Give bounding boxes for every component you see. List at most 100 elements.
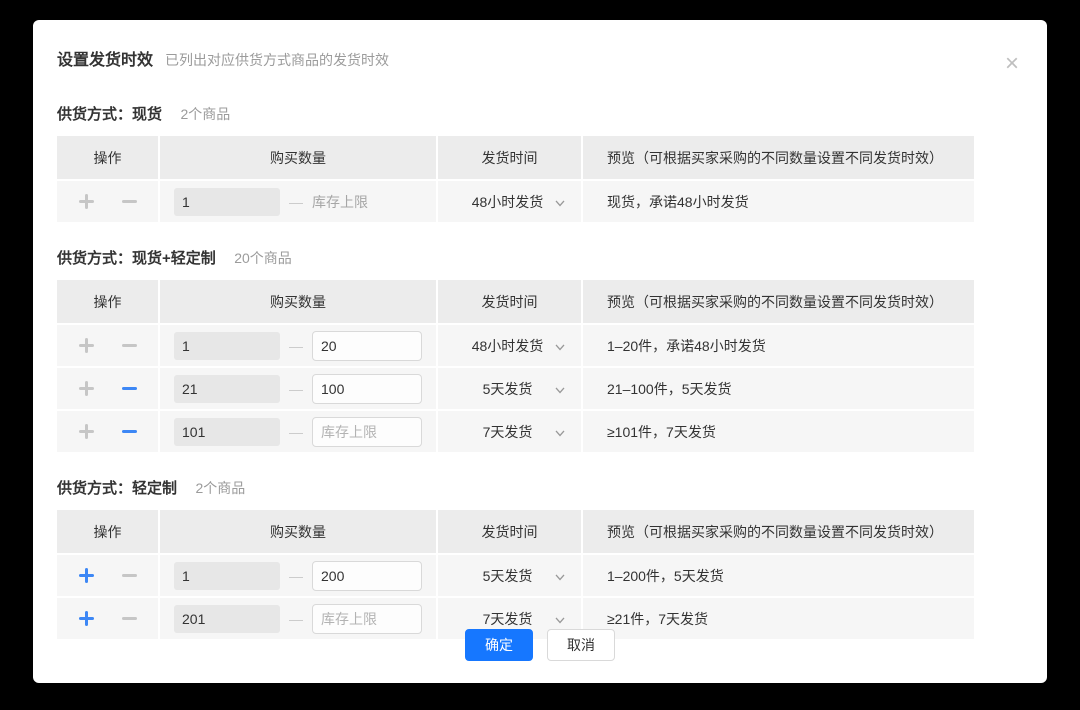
remove-row-button minus-icon[interactable]: [122, 194, 137, 209]
table-row: — 库存上限 48小时发货 现货，承诺48小时发货: [57, 179, 974, 222]
add-row-button plus-icon[interactable]: [79, 338, 94, 353]
operation-cell: [57, 553, 160, 596]
ship-time-value: 5天发货: [483, 566, 533, 586]
ship-time-cell: 48小时发货: [438, 323, 583, 366]
remove-row-button minus-icon[interactable]: [122, 568, 137, 583]
product-count: 2个商品: [180, 106, 230, 122]
add-row-button plus-icon[interactable]: [79, 381, 94, 396]
col-header-operation: 操作: [57, 280, 160, 323]
sections-container: 供货方式：现货 2个商品 操作 购买数量 发货时间 预览（可根据买家采购的不同数…: [57, 103, 1023, 639]
ship-time-select[interactable]: 5天发货: [438, 555, 581, 596]
remove-row-button minus-icon[interactable]: [122, 338, 137, 353]
supply-method-label: 供货方式：现货+轻定制: [57, 250, 216, 267]
min-quantity-input: [174, 418, 280, 446]
section-head: 供货方式：现货+轻定制 20个商品: [57, 247, 1023, 268]
range-dash: —: [289, 424, 303, 440]
ship-time-select[interactable]: 48小时发货: [438, 181, 581, 222]
max-quantity-input[interactable]: [312, 417, 422, 447]
chevron-down-icon: [554, 196, 566, 208]
col-header-quantity: 购买数量: [160, 280, 438, 323]
modal-title: 设置发货时效: [57, 46, 153, 70]
supply-section: 供货方式：现货+轻定制 20个商品 操作 购买数量 发货时间 预览（可根据买家采…: [57, 247, 1023, 452]
preview-text: 现货，承诺48小时发货: [607, 192, 749, 212]
cancel-button[interactable]: 取消: [547, 629, 615, 661]
chevron-down-icon: [554, 613, 566, 625]
add-row-button plus-icon[interactable]: [79, 568, 94, 583]
quantity-cell: —: [160, 323, 438, 366]
operation-cell: [57, 409, 160, 452]
add-row-button plus-icon[interactable]: [79, 611, 94, 626]
col-header-preview: 预览（可根据买家采购的不同数量设置不同发货时效）: [583, 510, 974, 553]
operation-cell: [57, 366, 160, 409]
chevron-down-icon: [554, 383, 566, 395]
table-row: — 48小时发货 1–20件，承诺48小时发货: [57, 323, 974, 366]
col-header-preview: 预览（可根据买家采购的不同数量设置不同发货时效）: [583, 280, 974, 323]
modal-footer: 确定 取消: [33, 629, 1047, 661]
ship-time-select[interactable]: 5天发货: [438, 368, 581, 409]
remove-row-button minus-icon[interactable]: [122, 381, 137, 396]
col-header-ship-time: 发货时间: [438, 136, 583, 179]
table-header-row: 操作 购买数量 发货时间 预览（可根据买家采购的不同数量设置不同发货时效）: [57, 280, 974, 323]
table-header-row: 操作 购买数量 发货时间 预览（可根据买家采购的不同数量设置不同发货时效）: [57, 136, 974, 179]
ship-time-cell: 5天发货: [438, 553, 583, 596]
supply-section: 供货方式：现货 2个商品 操作 购买数量 发货时间 预览（可根据买家采购的不同数…: [57, 103, 1023, 222]
max-quantity-input[interactable]: [312, 374, 422, 404]
preview-text: 1–200件，5天发货: [607, 566, 724, 586]
section-head: 供货方式：现货 2个商品: [57, 103, 1023, 124]
modal-subtitle: 已列出对应供货方式商品的发货时效: [165, 50, 389, 70]
max-quantity-input[interactable]: [312, 561, 422, 591]
supply-method-label: 供货方式：现货: [57, 106, 162, 123]
supply-method-label: 供货方式：轻定制: [57, 480, 177, 497]
min-quantity-input: [174, 375, 280, 403]
range-dash: —: [289, 381, 303, 397]
col-header-ship-time: 发货时间: [438, 280, 583, 323]
col-header-operation: 操作: [57, 510, 160, 553]
quantity-cell: — 库存上限: [160, 179, 438, 222]
operation-cell: [57, 323, 160, 366]
product-count: 20个商品: [234, 250, 292, 266]
table-body: — 5天发货 1–200件，5天发货 —: [57, 553, 974, 639]
table-body: — 48小时发货 1–20件，承诺48小时发货 —: [57, 323, 974, 452]
ship-time-select[interactable]: 48小时发货: [438, 325, 581, 366]
quantity-cell: —: [160, 409, 438, 452]
shipping-rules-table: 操作 购买数量 发货时间 预览（可根据买家采购的不同数量设置不同发货时效） — …: [57, 280, 974, 452]
modal-header: 设置发货时效 已列出对应供货方式商品的发货时效: [57, 46, 1023, 70]
ship-time-value: 7天发货: [483, 609, 533, 629]
ship-time-select[interactable]: 7天发货: [438, 411, 581, 452]
supply-section: 供货方式：轻定制 2个商品 操作 购买数量 发货时间 预览（可根据买家采购的不同…: [57, 477, 1023, 639]
min-quantity-input: [174, 332, 280, 360]
remove-row-button minus-icon[interactable]: [122, 611, 137, 626]
product-count: 2个商品: [195, 480, 245, 496]
preview-text: ≥21件，7天发货: [607, 609, 708, 629]
max-quantity-input[interactable]: [312, 331, 422, 361]
ship-time-value: 48小时发货: [472, 192, 544, 212]
section-head: 供货方式：轻定制 2个商品: [57, 477, 1023, 498]
col-header-ship-time: 发货时间: [438, 510, 583, 553]
preview-cell: ≥101件，7天发货: [583, 409, 974, 452]
operation-cell: [57, 179, 160, 222]
confirm-button[interactable]: 确定: [465, 629, 533, 661]
remove-row-button minus-icon[interactable]: [122, 424, 137, 439]
range-dash: —: [289, 568, 303, 584]
close-icon[interactable]: ×: [1005, 52, 1019, 76]
add-row-button plus-icon[interactable]: [79, 424, 94, 439]
add-row-button plus-icon[interactable]: [79, 194, 94, 209]
chevron-down-icon: [554, 570, 566, 582]
ship-time-cell: 7天发货: [438, 409, 583, 452]
range-dash: —: [289, 611, 303, 627]
quantity-cell: —: [160, 553, 438, 596]
col-header-preview: 预览（可根据买家采购的不同数量设置不同发货时效）: [583, 136, 974, 179]
preview-text: ≥101件，7天发货: [607, 422, 716, 442]
ship-time-value: 7天发货: [483, 422, 533, 442]
ship-time-value: 48小时发货: [472, 336, 544, 356]
shipping-rules-table: 操作 购买数量 发货时间 预览（可根据买家采购的不同数量设置不同发货时效） — …: [57, 136, 974, 222]
preview-cell: 1–200件，5天发货: [583, 553, 974, 596]
preview-cell: 1–20件，承诺48小时发货: [583, 323, 974, 366]
min-quantity-input: [174, 188, 280, 216]
preview-text: 1–20件，承诺48小时发货: [607, 336, 766, 356]
col-header-operation: 操作: [57, 136, 160, 179]
preview-text: 21–100件，5天发货: [607, 379, 732, 399]
chevron-down-icon: [554, 340, 566, 352]
stock-limit-text: 库存上限: [312, 192, 368, 212]
range-dash: —: [289, 338, 303, 354]
